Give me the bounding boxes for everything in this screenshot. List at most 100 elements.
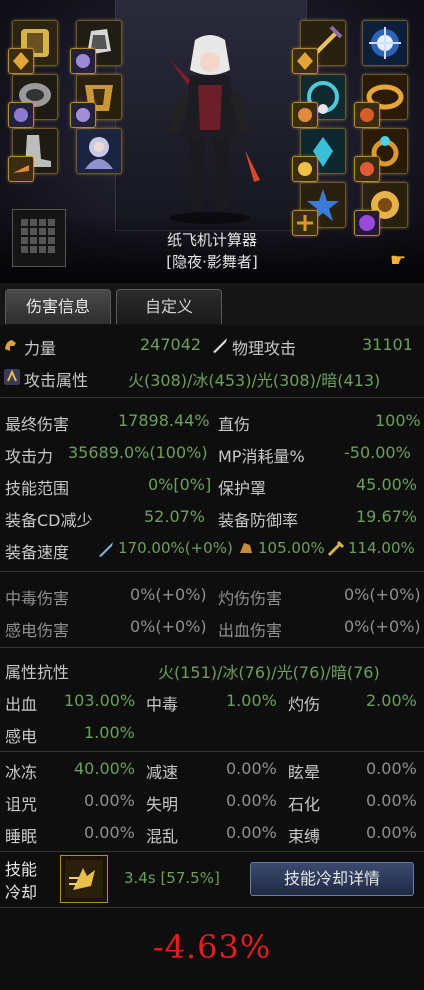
resist-value: 火(151)/冰(76)/光(76)/暗(76)	[158, 663, 380, 682]
character-name: 纸飞机计算器	[166, 231, 257, 249]
strength-value: 247042	[140, 335, 202, 354]
character-avatar	[150, 30, 270, 225]
stat-row-equip-cd: 装备CD减少 52.07% 装备防御率 19.67%	[0, 501, 424, 533]
equip-cd-label: 装备CD减少	[5, 511, 93, 530]
divider	[0, 907, 424, 908]
strength-icon	[2, 335, 22, 355]
hair-portrait-icon[interactable]	[76, 128, 122, 174]
gem-icon[interactable]	[8, 156, 34, 182]
attack-power-label: 攻击力	[5, 447, 54, 466]
slow-value: 0.00%	[226, 759, 277, 778]
tab-damage-info[interactable]: 伤害信息	[5, 289, 111, 324]
pointing-hand-icon[interactable]: ☛	[390, 250, 406, 271]
element-icon	[2, 367, 22, 387]
character-class: [隐夜·影舞者]	[166, 253, 258, 271]
direct-damage-value: 100%	[375, 411, 421, 430]
move-speed-value: 105.00%	[258, 539, 325, 557]
cooldown-details-button[interactable]: 技能冷却详情	[250, 862, 414, 896]
element-attr-label: 攻击属性	[24, 371, 89, 390]
attack-speed-icon	[96, 539, 116, 559]
bleed-value: 103.00%	[64, 691, 136, 710]
blind-label: 失明	[146, 795, 179, 814]
burn-damage-label: 灼伤伤害	[218, 589, 283, 608]
divider	[0, 751, 424, 752]
direct-damage-label: 直伤	[218, 415, 251, 434]
status-row-2: 感电 1.00%	[0, 717, 424, 749]
gem-icon[interactable]	[292, 102, 318, 128]
mp-cost-value: -50.00%	[344, 443, 411, 462]
crest-icon[interactable]	[362, 20, 408, 66]
character-panel: 纸飞机计算器 [隐夜·影舞者] ☛	[0, 0, 424, 283]
skill-cooldown-icon	[60, 855, 108, 903]
mp-cost-label: MP消耗量%	[218, 447, 305, 466]
skill-range-label: 技能范围	[5, 479, 70, 498]
gem-icon[interactable]	[354, 102, 380, 128]
bleed-damage-label: 出血伤害	[218, 621, 283, 640]
sleep-label: 睡眠	[5, 827, 38, 846]
resist-label: 属性抗性	[5, 663, 70, 682]
divider	[0, 571, 424, 572]
curse-value: 0.00%	[84, 791, 135, 810]
stat-row-poison-damage: 中毒伤害 0%(+0%) 灼伤伤害 0%(+0%)	[0, 579, 424, 611]
bind-label: 束缚	[288, 827, 321, 846]
slow-label: 减速	[146, 763, 179, 782]
gem-icon[interactable]	[8, 102, 34, 128]
cooldown-value: 3.4s [57.5%]	[124, 869, 220, 887]
shock-damage-label: 感电伤害	[5, 621, 70, 640]
sword-icon	[210, 335, 230, 355]
petrify-label: 石化	[288, 795, 321, 814]
poison-label: 中毒	[146, 695, 179, 714]
skill-range-value: 0%[0%]	[148, 475, 212, 494]
curse-label: 诅咒	[5, 795, 38, 814]
gem-icon[interactable]	[292, 156, 318, 182]
gem-icon[interactable]	[292, 48, 318, 74]
sleep-value: 0.00%	[84, 823, 135, 842]
blind-value: 0.00%	[226, 791, 277, 810]
burn-value: 2.00%	[366, 691, 417, 710]
stun-value: 0.00%	[366, 759, 417, 778]
attack-speed-value: 170.00%(+0%)	[118, 539, 233, 557]
strength-label: 力量	[24, 339, 57, 358]
confuse-label: 混乱	[146, 827, 179, 846]
equip-def-label: 装备防御率	[218, 511, 299, 530]
status-row-1: 出血 103.00% 中毒 1.00% 灼伤 2.00%	[0, 685, 424, 717]
phys-attack-value: 31101	[362, 335, 413, 354]
stat-row-equip-speed: 装备速度 170.00%(+0%) 105.00% 114.00%	[0, 533, 424, 565]
shock-label: 感电	[5, 727, 38, 746]
cast-speed-value: 114.00%	[348, 539, 415, 557]
gem-icon[interactable]	[70, 48, 96, 74]
divider	[0, 397, 424, 398]
equip-def-value: 19.67%	[356, 507, 418, 526]
poison-damage-value: 0%(+0%)	[130, 585, 207, 604]
status-row-4: 诅咒 0.00% 失明 0.00% 石化 0.00%	[0, 785, 424, 817]
stun-label: 眩晕	[288, 763, 321, 782]
tab-bar: 伤害信息 自定义	[0, 283, 424, 326]
stat-row-element: 攻击属性 火(308)/冰(453)/光(308)/暗(413)	[0, 361, 424, 393]
attack-power-value: 35689.0%(100%)	[68, 443, 208, 462]
tab-custom[interactable]: 自定义	[116, 289, 222, 324]
freeze-label: 冰冻	[5, 763, 38, 782]
gem-icon[interactable]	[70, 102, 96, 128]
stat-row-attack-power: 攻击力 35689.0%(100%) MP消耗量% -50.00%	[0, 437, 424, 469]
final-damage-value: 17898.44%	[118, 411, 210, 430]
freeze-value: 40.00%	[74, 759, 136, 778]
cooldown-title-line1: 技能	[5, 860, 38, 879]
result-value: -4.63%	[152, 928, 272, 966]
divider	[0, 647, 424, 648]
shock-value: 1.00%	[84, 723, 135, 742]
stat-row-final-damage: 最终伤害 17898.44% 直伤 100%	[0, 405, 424, 437]
gem-icon[interactable]	[354, 156, 380, 182]
cooldown-title-line2: 冷却	[5, 883, 38, 902]
status-row-5: 睡眠 0.00% 混乱 0.00% 束缚 0.00%	[0, 817, 424, 849]
element-attr-value: 火(308)/冰(453)/光(308)/暗(413)	[128, 371, 381, 390]
burn-label: 灼伤	[288, 695, 321, 714]
divider	[0, 851, 424, 852]
bleed-damage-value: 0%(+0%)	[344, 617, 421, 636]
gem-icon[interactable]	[8, 48, 34, 74]
status-row-3: 冰冻 40.00% 减速 0.00% 眩晕 0.00%	[0, 753, 424, 785]
stat-row-shock-damage: 感电伤害 0%(+0%) 出血伤害 0%(+0%)	[0, 611, 424, 643]
petrify-value: 0.00%	[366, 791, 417, 810]
cast-speed-icon	[326, 539, 346, 559]
stat-row-resist: 属性抗性 火(151)/冰(76)/光(76)/暗(76)	[0, 653, 424, 685]
poison-damage-label: 中毒伤害	[5, 589, 70, 608]
